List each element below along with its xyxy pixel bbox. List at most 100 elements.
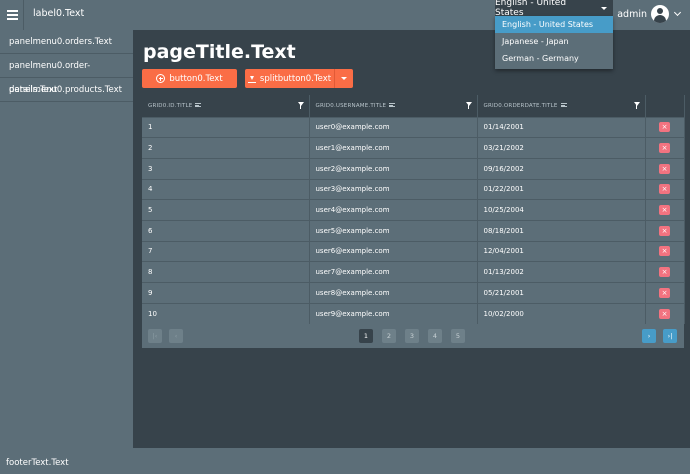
grid-header-row: GRID0.ID.TITLE GRID0.USERNAME.TITLE GRID… <box>142 95 685 117</box>
split-button-main[interactable]: splitbutton0.Text <box>245 69 334 88</box>
cell-username: user1@example.com <box>309 137 478 159</box>
table-row[interactable]: 7 user6@example.com 12/04/2001 × <box>142 240 685 262</box>
delete-button[interactable]: × <box>659 287 670 298</box>
cell-id: 6 <box>142 219 310 242</box>
cell-orderdate: 01/13/2002 <box>477 261 646 283</box>
split-button-label: splitbutton0.Text <box>259 73 332 84</box>
cell-orderdate: 01/22/2001 <box>477 178 646 200</box>
split-button-toggle[interactable] <box>335 69 353 88</box>
cell-actions: × <box>645 219 685 242</box>
delete-button[interactable]: × <box>659 163 670 174</box>
table-row[interactable]: 5 user4@example.com 10/25/2004 × <box>142 199 685 221</box>
cell-orderdate: 10/25/2004 <box>477 199 646 221</box>
column-header-label: GRID0.ORDERDATE.TITLE <box>483 102 558 109</box>
delete-button[interactable]: × <box>659 184 670 195</box>
table-row[interactable]: 3 user2@example.com 09/16/2002 × <box>142 157 685 180</box>
cell-actions: × <box>645 261 685 283</box>
avatar-icon <box>651 5 669 23</box>
delete-button[interactable]: × <box>659 308 670 319</box>
filter-icon[interactable] <box>297 102 304 109</box>
cell-id: 3 <box>142 157 310 180</box>
split-button: splitbutton0.Text <box>245 69 353 88</box>
cell-id: 8 <box>142 261 310 283</box>
cell-orderdate: 12/04/2001 <box>477 240 646 262</box>
sort-icon[interactable] <box>560 103 567 108</box>
cell-actions: × <box>645 240 685 262</box>
caret-down-icon <box>341 77 347 80</box>
sort-icon[interactable] <box>389 103 396 108</box>
pager-page-2[interactable]: 2 <box>382 329 396 343</box>
pager-last-button[interactable]: ›| <box>663 329 677 343</box>
user-name: admin <box>617 8 647 20</box>
data-grid: GRID0.ID.TITLE GRID0.USERNAME.TITLE GRID… <box>142 95 685 348</box>
app-title: label0.Text <box>33 8 85 19</box>
filter-icon[interactable] <box>465 102 472 109</box>
filter-icon[interactable] <box>633 102 640 109</box>
column-header-label: GRID0.USERNAME.TITLE <box>315 102 387 109</box>
cell-username: user9@example.com <box>309 302 478 324</box>
table-row[interactable]: 10 user9@example.com 10/02/2000 × <box>142 302 685 324</box>
language-option-en-us[interactable]: English - United States <box>495 16 613 33</box>
cell-username: user2@example.com <box>309 157 478 180</box>
caret-down-icon <box>601 6 607 10</box>
hamburger-menu-icon[interactable] <box>0 0 24 30</box>
cell-actions: × <box>645 178 685 200</box>
pager-page-3[interactable]: 3 <box>405 329 419 343</box>
delete-button[interactable]: × <box>659 143 670 154</box>
sidebar: panelmenu0.orders.Text panelmenu0.order-… <box>0 30 133 448</box>
pager-page-1[interactable]: 1 <box>359 329 373 343</box>
cell-id: 7 <box>142 240 310 262</box>
language-dropdown: English - United States Japanese - Japan… <box>495 16 613 69</box>
sidebar-item-products[interactable]: panelmenu0.products.Text <box>0 78 133 102</box>
cell-actions: × <box>645 116 685 138</box>
cell-actions: × <box>645 157 685 180</box>
cell-id: 1 <box>142 116 310 138</box>
pager-page-4[interactable]: 4 <box>428 329 442 343</box>
delete-button[interactable]: × <box>659 246 670 257</box>
table-row[interactable]: 8 user7@example.com 01/13/2002 × <box>142 261 685 283</box>
cell-orderdate: 10/02/2000 <box>477 302 646 324</box>
table-row[interactable]: 6 user5@example.com 08/18/2001 × <box>142 219 685 242</box>
sidebar-item-order-details[interactable]: panelmenu0.order-details.Text <box>0 54 133 95</box>
column-header-username[interactable]: GRID0.USERNAME.TITLE <box>309 95 478 117</box>
cell-id: 5 <box>142 199 310 221</box>
cell-username: user0@example.com <box>309 116 478 138</box>
cell-username: user7@example.com <box>309 261 478 283</box>
table-row[interactable]: 2 user1@example.com 03/21/2002 × <box>142 137 685 159</box>
cell-actions: × <box>645 137 685 159</box>
column-header-id[interactable]: GRID0.ID.TITLE <box>142 95 310 117</box>
cell-id: 4 <box>142 178 310 200</box>
pager-page-5[interactable]: 5 <box>451 329 465 343</box>
language-option-de-de[interactable]: German - Germany <box>495 50 613 67</box>
cell-id: 2 <box>142 137 310 159</box>
sidebar-item-orders[interactable]: panelmenu0.orders.Text <box>0 30 133 54</box>
cell-orderdate: 03/21/2002 <box>477 137 646 159</box>
cell-orderdate: 08/18/2001 <box>477 219 646 242</box>
add-button[interactable]: button0.Text <box>142 69 237 88</box>
delete-button[interactable]: × <box>659 122 670 133</box>
page-title: pageTitle.Text <box>143 41 296 63</box>
pager-next-button[interactable]: › <box>642 329 656 343</box>
header-divider <box>23 0 24 30</box>
column-header-orderdate[interactable]: GRID0.ORDERDATE.TITLE <box>477 95 646 117</box>
delete-button[interactable]: × <box>659 205 670 216</box>
delete-button[interactable]: × <box>659 225 670 236</box>
pager-first-button[interactable]: |‹ <box>148 329 162 343</box>
language-select[interactable]: English - United States <box>495 0 613 18</box>
cell-username: user5@example.com <box>309 219 478 242</box>
table-row[interactable]: 1 user0@example.com 01/14/2001 × <box>142 116 685 138</box>
language-option-ja-jp[interactable]: Japanese - Japan <box>495 33 613 50</box>
cell-actions: × <box>645 199 685 221</box>
delete-button[interactable]: × <box>659 267 670 278</box>
add-button-label: button0.Text <box>169 73 223 84</box>
chevron-down-icon <box>673 8 682 17</box>
cell-orderdate: 01/14/2001 <box>477 116 646 138</box>
footer: footerText.Text <box>0 448 690 474</box>
table-row[interactable]: 9 user8@example.com 05/21/2001 × <box>142 282 685 304</box>
user-menu[interactable]: admin <box>617 5 682 23</box>
sort-icon[interactable] <box>195 103 202 108</box>
table-row[interactable]: 4 user3@example.com 01/22/2001 × <box>142 178 685 200</box>
pager-prev-button[interactable]: ‹ <box>169 329 183 343</box>
column-header-actions <box>645 95 685 117</box>
cell-id: 10 <box>142 302 310 324</box>
